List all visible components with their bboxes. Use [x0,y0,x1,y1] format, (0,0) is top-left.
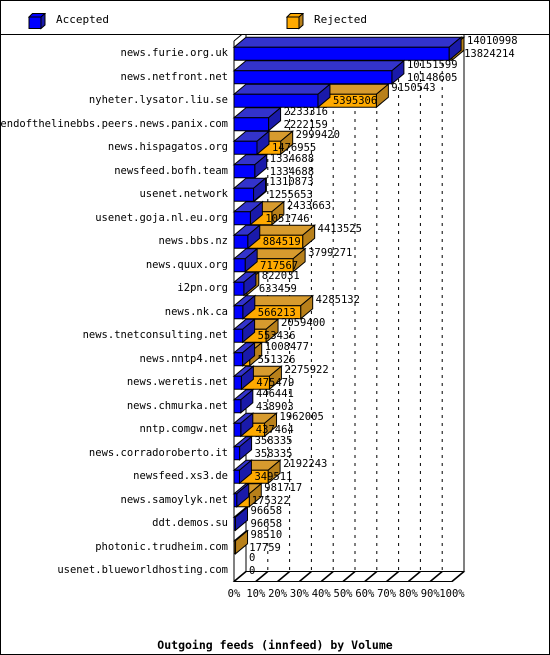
value-label-total: 1008477 [264,340,309,353]
category-label: news.nntp4.net [139,352,228,365]
chart-legend: Accepted Rejected [1,1,549,35]
value-label-accepted: 0 [249,565,256,578]
value-label-total: 9150543 [391,82,436,95]
value-label-total: 1334688 [269,152,315,165]
value-label-total: 2233316 [283,105,328,118]
category-label: nntp.comgw.net [139,423,228,436]
category-label: news.bbs.nz [158,235,228,248]
chart-window: Accepted Rejected news.furie.org.uk news.… [0,0,550,655]
legend-item-rejected[interactable]: Rejected [286,8,367,30]
value-label-total: 981717 [264,481,303,494]
category-label: newsfeed.xs3.de [133,470,228,483]
category-label: news.chmurka.net [126,399,228,412]
value-label-accepted: 633459 [258,283,297,296]
chart-plot-area: news.furie.org.uk news.netfront.net nyhete… [0,35,549,654]
value-label-total: 0 [249,552,256,565]
value-label-total: 4413525 [317,223,362,236]
category-label: endofthelinebbs.peers.news.panix.com [0,117,228,130]
legend-label-accepted: Accepted [56,12,109,26]
category-label: ddt.demos.su [152,517,228,530]
legend-label-rejected: Rejected [314,12,367,26]
value-label-total: 14010998 [467,35,518,48]
value-label-total: 2275922 [284,364,329,377]
value-label-accepted: 884519 [262,236,301,249]
category-label: usenet.network [139,188,228,201]
category-label: photonic.trudheim.com [95,540,228,553]
legend-item-accepted[interactable]: Accepted [28,8,109,30]
category-label: news.corradoroberto.it [88,446,228,459]
cube-icon [286,13,304,30]
category-label: news.tnetconsulting.net [82,329,228,342]
value-label-total: 2192243 [283,458,328,471]
category-label: news.nk.ca [164,305,228,318]
x-axis-title: Outgoing feeds (innfeed) by Volume [157,638,393,652]
category-label: newsfeed.bofh.team [114,164,228,177]
category-label: news.furie.org.uk [120,47,228,60]
category-label: news.hispagatos.org [107,141,228,154]
value-label-total: 2059400 [281,317,326,330]
category-label: news.quux.org [145,258,228,271]
category-label: usenet.blueworldhosting.com [57,564,228,577]
category-label: news.weretis.net [126,376,228,389]
x-tick-label: 100% [439,587,465,600]
cube-icon [28,13,46,30]
category-label: news.netfront.net [120,70,228,83]
category-label: news.samoylyk.net [120,493,228,506]
category-label: usenet.goja.nl.eu.org [95,211,228,224]
value-label-total: 446441 [255,387,294,400]
value-label-total: 3799271 [308,246,353,259]
value-label-accepted: 5395306 [332,95,378,108]
value-label-accepted: 1051746 [265,212,310,225]
category-label: i2pn.org [177,282,228,295]
category-label: nyheter.lysator.liu.se [88,94,228,107]
value-label-total: 96658 [250,505,283,518]
value-label-total: 358335 [254,434,293,447]
value-label-total: 1310873 [269,176,314,189]
value-label-total: 2999420 [295,129,340,142]
value-label-total: 2433663 [286,199,332,212]
value-label-total: 98510 [250,528,283,541]
value-label-accepted: 13824214 [464,48,515,61]
value-label-total: 822031 [261,270,300,283]
value-label-total: 1962005 [279,411,324,424]
value-label-total: 4285132 [315,293,360,306]
value-label-total: 10151599 [406,58,458,71]
